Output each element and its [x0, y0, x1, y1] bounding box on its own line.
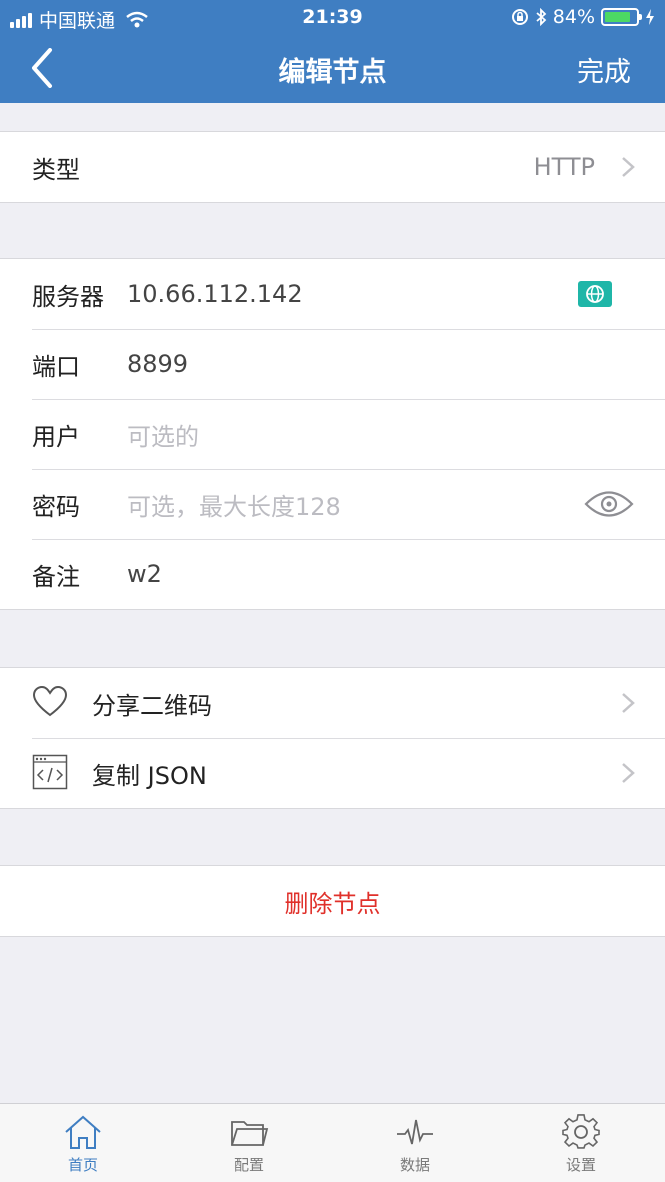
tab-home[interactable]: 首页 [0, 1104, 166, 1182]
server-input[interactable]: 10.66.112.142 [127, 280, 303, 308]
server-row: 服务器 10.66.112.142 [0, 259, 665, 329]
remark-row: 备注 w2 [0, 539, 665, 609]
user-input[interactable]: 可选的 [127, 417, 199, 452]
tab-config-label: 配置 [233, 1156, 264, 1174]
status-bar: 中国联通 21:39 84% [0, 0, 665, 34]
password-input[interactable]: 可选，最大长度128 [127, 487, 341, 522]
actions-section: 分享二维码 复制 JSON [0, 667, 665, 809]
server-label: 服务器 [32, 282, 104, 311]
share-qr-row[interactable]: 分享二维码 [0, 668, 665, 738]
tab-settings-label: 设置 [565, 1156, 596, 1174]
user-label: 用户 [32, 422, 80, 451]
remark-input[interactable]: w2 [127, 560, 162, 588]
bluetooth-icon [536, 8, 547, 26]
copy-json-label: 复制 JSON [92, 761, 207, 790]
fields-section: 服务器 10.66.112.142 端口 8899 用户 可选的 密码 可选，最… [0, 258, 665, 610]
share-qr-label: 分享二维码 [92, 691, 212, 720]
heart-icon [32, 685, 68, 717]
eye-icon[interactable] [584, 487, 634, 521]
type-section: 类型 HTTP [0, 131, 665, 203]
charging-icon [646, 9, 654, 25]
remark-label: 备注 [32, 562, 80, 591]
tab-data-label: 数据 [399, 1156, 430, 1174]
globe-icon[interactable] [578, 281, 612, 307]
user-row: 用户 可选的 [0, 399, 665, 469]
tab-data[interactable]: 数据 [332, 1104, 498, 1182]
port-label: 端口 [32, 352, 80, 381]
navigation-bar: 编辑节点 完成 [0, 34, 665, 103]
chevron-right-icon [622, 157, 635, 177]
type-value: HTTP [533, 153, 595, 181]
password-row: 密码 可选，最大长度128 [0, 469, 665, 539]
rotation-lock-icon [511, 9, 528, 25]
tab-bar: 首页 配置 数据 设置 [0, 1103, 665, 1182]
chevron-right-icon [622, 763, 635, 783]
activity-icon [397, 1119, 433, 1145]
delete-node-button[interactable]: 删除节点 [0, 866, 665, 936]
delete-section: 删除节点 [0, 865, 665, 937]
tab-config[interactable]: 配置 [166, 1104, 332, 1182]
port-row: 端口 8899 [0, 329, 665, 399]
home-icon [65, 1115, 101, 1149]
gear-icon [562, 1114, 600, 1149]
tab-home-label: 首页 [67, 1156, 98, 1174]
type-label: 类型 [32, 155, 80, 184]
folder-icon [231, 1121, 269, 1146]
done-button[interactable]: 完成 [577, 50, 631, 89]
tab-settings[interactable]: 设置 [498, 1104, 664, 1182]
battery-percent: 84% [552, 6, 595, 28]
code-icon [32, 754, 68, 790]
port-input[interactable]: 8899 [127, 350, 188, 378]
copy-json-row[interactable]: 复制 JSON [0, 738, 665, 808]
type-row[interactable]: 类型 HTTP [0, 132, 665, 202]
page-title: 编辑节点 [278, 57, 387, 88]
password-label: 密码 [32, 492, 80, 521]
top-bar: 中国联通 21:39 84% 编辑节点 完成 [0, 0, 665, 103]
battery-icon [601, 8, 642, 26]
chevron-right-icon [622, 693, 635, 713]
